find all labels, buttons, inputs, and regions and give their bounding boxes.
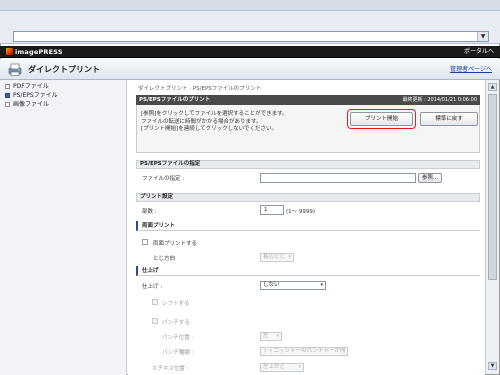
shift-checkbox[interactable] — [152, 299, 158, 305]
chevron-down-icon: ▾ — [276, 333, 279, 339]
staple-position-select[interactable]: 左上かど ▾ — [260, 363, 304, 372]
sidebar: PDFファイル PS/EPSファイル 画像ファイル — [0, 80, 127, 375]
punch-checkbox-label: パンチする — [162, 320, 190, 326]
section-header-duplex: 両面プリント — [136, 221, 480, 231]
direct-print-icon — [8, 63, 22, 76]
breadcrumb: ダイレクトプリント : PS/EPSファイルのプリント — [138, 86, 262, 92]
panel-title: PS/EPSファイルのプリント — [139, 97, 211, 103]
bullet-icon — [5, 92, 10, 98]
sidebar-item-label: 画像ファイル — [13, 101, 50, 108]
sidebar-item-ps-eps[interactable]: PS/EPSファイル — [5, 91, 58, 100]
copies-range-hint: (1〜 9999) — [286, 209, 316, 215]
browser-toolbar: ▼ — [0, 11, 500, 44]
finishing-select[interactable]: しない ▾ — [260, 281, 326, 290]
sidebar-item-image[interactable]: 画像ファイル — [5, 100, 49, 109]
last-updated-text: 最終更新 : 2014/01/21 0:06:00 — [402, 97, 477, 103]
chevron-down-icon[interactable]: ▼ — [477, 32, 488, 41]
scroll-up-icon[interactable]: ▲ — [488, 83, 497, 91]
chevron-down-icon: ▾ — [342, 348, 345, 354]
punch-type-select[interactable]: ディニッシャーのパンチャーが内 ▾ — [260, 347, 348, 356]
instruction-line: [参照]をクリックしてファイルを選択することができます。 — [141, 111, 288, 117]
finishing-value: しない — [263, 282, 280, 288]
logo-icon — [6, 48, 13, 55]
section-header-finishing: 仕上げ — [136, 266, 480, 276]
chevron-down-icon: ▾ — [298, 364, 301, 370]
browser-title-bar — [0, 0, 500, 11]
restore-defaults-button[interactable]: 標準に戻す — [420, 112, 478, 126]
address-combobox[interactable]: ▼ — [13, 31, 489, 42]
section-header-print-settings: プリント設定 — [136, 193, 480, 202]
bullet-icon — [5, 83, 10, 89]
admin-page-link[interactable]: 管理者ページへ — [450, 59, 492, 80]
binding-direction-select[interactable]: 長辺とじ ▾ — [260, 253, 294, 262]
copies-label: 部数 : — [142, 209, 157, 215]
duplex-checkbox-label: 両面プリントする — [153, 241, 198, 247]
instruction-line: ファイルの転送に時間がかかる場合があります。 — [141, 118, 262, 125]
panel-header: PS/EPSファイルのプリント 最終更新 : 2014/01/21 0:06:0… — [136, 95, 480, 105]
scrollbar-thumb[interactable] — [488, 94, 497, 280]
binding-direction-label: とじ方向 — [153, 256, 176, 262]
punch-position-label: パンチ位置 : — [162, 335, 194, 341]
punch-checkbox[interactable] — [152, 318, 158, 324]
binding-direction-value: 長辺とじ — [263, 254, 286, 260]
punch-position-select[interactable]: 左 ▾ — [260, 332, 282, 341]
start-print-button[interactable]: プリント開始 — [350, 112, 413, 126]
bullet-icon — [5, 101, 10, 107]
logo-text: imagePRESS — [15, 48, 63, 56]
chevron-down-icon: ▾ — [320, 282, 323, 288]
instruction-line: [プリント開始]を連続してクリックしないでください。 — [141, 126, 277, 132]
file-label: ファイルの指定 : — [142, 176, 185, 182]
instruction-text: [参照]をクリックしてファイルを選択することができます。 ファイルの転送に時間が… — [141, 111, 288, 134]
sidebar-item-label: PS/EPSファイル — [13, 92, 58, 99]
staple-position-label: ホチキス位置 : — [152, 366, 189, 372]
page-title: ダイレクトプリント — [28, 65, 100, 74]
shift-checkbox-label: シフトする — [162, 301, 190, 307]
punch-type-value: ディニッシャーのパンチャーが内 — [263, 348, 346, 354]
product-logo: imagePRESS — [6, 47, 63, 57]
duplex-checkbox[interactable] — [142, 239, 148, 245]
punch-type-label: パンチ種類 : — [162, 350, 194, 356]
title-band: ダイレクトプリント 管理者ページへ — [0, 59, 500, 80]
sidebar-item-pdf[interactable]: PDFファイル — [5, 82, 49, 91]
file-path-field[interactable] — [260, 173, 416, 183]
finishing-label: 仕上げ : — [142, 284, 163, 290]
app-header: imagePRESS ポータルへ — [0, 46, 500, 58]
vertical-scrollbar[interactable]: ▲ ▼ — [485, 80, 499, 374]
chevron-down-icon: ▾ — [288, 254, 291, 260]
section-header-file: PS/EPSファイルの指定 — [136, 160, 480, 169]
main-content: ダイレクトプリント : PS/EPSファイルのプリント PS/EPSファイルのプ… — [128, 80, 485, 375]
sidebar-item-label: PDFファイル — [13, 83, 49, 90]
copies-input[interactable]: 1 — [260, 205, 284, 215]
scroll-down-icon[interactable]: ▼ — [488, 362, 497, 370]
browse-button[interactable]: 参照... — [418, 173, 442, 183]
portal-link[interactable]: ポータルへ — [464, 46, 494, 57]
staple-position-value: 左上かど — [263, 364, 286, 370]
punch-position-value: 左 — [263, 333, 269, 339]
